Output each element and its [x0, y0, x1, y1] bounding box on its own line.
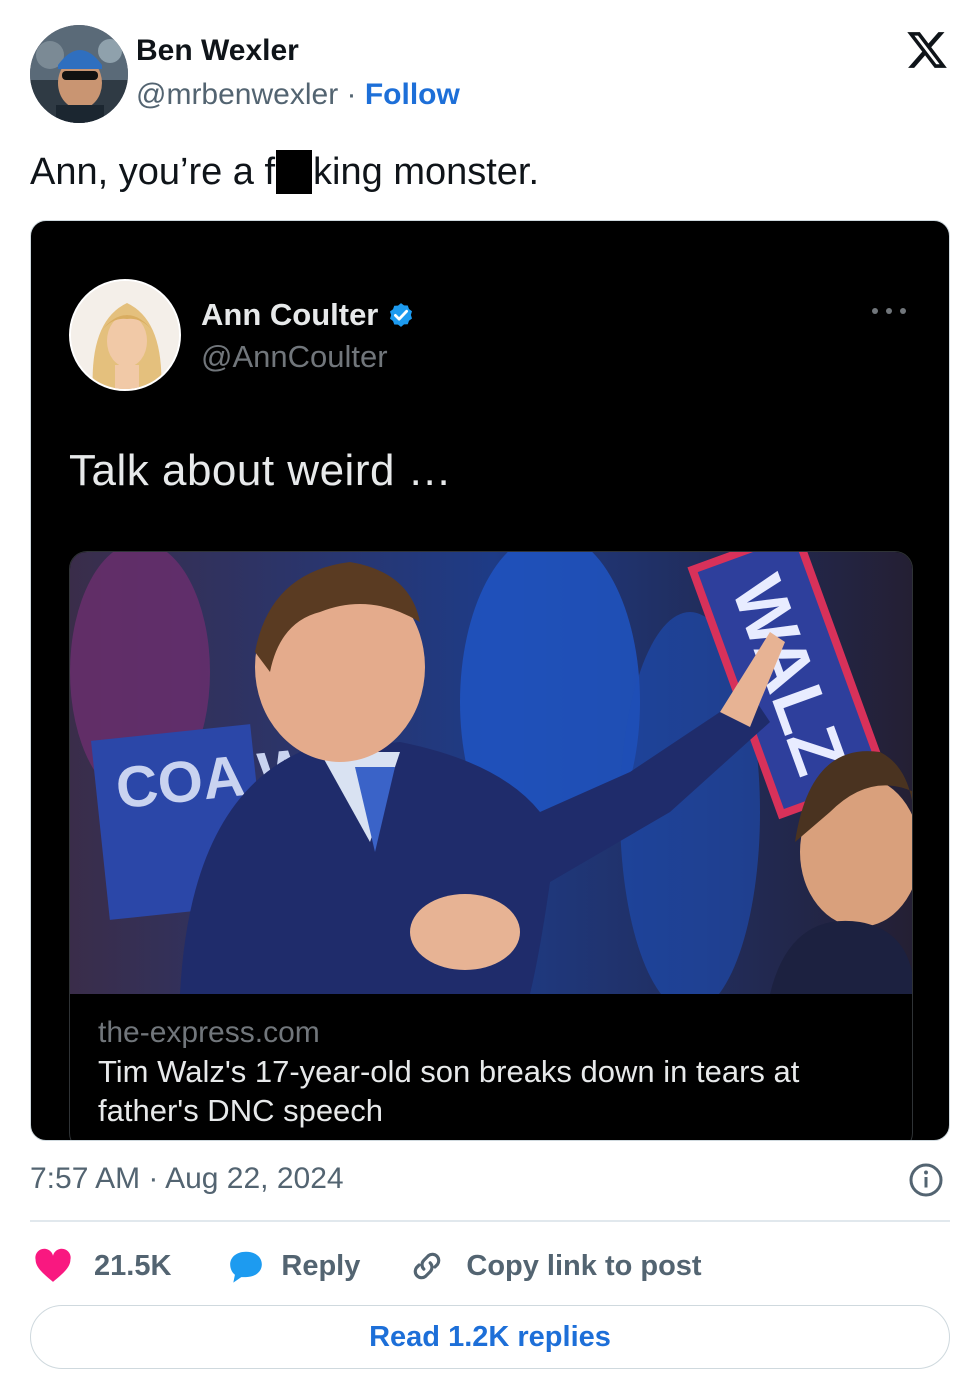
tweet-text-part-1: Ann, you’re a f	[30, 151, 276, 193]
reply-label: Reply	[281, 1249, 361, 1282]
read-replies-button[interactable]: Read 1.2K replies	[30, 1305, 950, 1369]
speech-bubble-icon	[230, 1251, 263, 1283]
reply-button[interactable]: Reply	[227, 1248, 360, 1284]
like-count: 21.5K	[94, 1249, 172, 1282]
tweet-text: Ann, you’re a f king monster.	[30, 150, 539, 194]
copy-link-button[interactable]: Copy link to post	[408, 1247, 702, 1285]
embedded-author-name: Ann Coulter	[201, 297, 416, 333]
link-card[interactable]: COA W WALZ the-express.com Tim Walz's 17…	[69, 551, 913, 1140]
author-handle[interactable]: @mrbenwexler	[136, 78, 338, 111]
action-bar: 21.5K Reply Copy link to post	[34, 1244, 702, 1288]
embedded-post-screenshot[interactable]: Ann Coulter @AnnCoulter Talk about weird…	[30, 220, 950, 1141]
card-photo: COA W WALZ	[70, 552, 912, 994]
embedded-author-avatar	[69, 279, 181, 391]
info-icon[interactable]	[908, 1162, 944, 1198]
card-domain: the-express.com	[98, 1016, 320, 1049]
like-button[interactable]: 21.5K	[34, 1248, 171, 1284]
copy-link-label: Copy link to post	[466, 1249, 702, 1282]
author-handle-line: @mrbenwexler · Follow	[136, 78, 460, 112]
author-name[interactable]: Ben Wexler	[136, 34, 299, 68]
verified-badge-icon	[390, 303, 413, 327]
x-logo-icon[interactable]	[904, 28, 950, 72]
embedded-author-handle: @AnnCoulter	[201, 339, 388, 374]
link-icon	[414, 1252, 441, 1280]
embedded-author-name-text: Ann Coulter	[201, 297, 379, 332]
follow-button[interactable]: Follow	[365, 78, 460, 111]
heart-icon	[35, 1248, 71, 1282]
redaction-block	[276, 150, 313, 194]
author-avatar[interactable]	[30, 25, 128, 123]
card-title: Tim Walz's 17-year-old son breaks down i…	[98, 1054, 800, 1128]
embedded-post-text: Talk about weird …	[69, 446, 453, 495]
separator: ·	[338, 78, 365, 111]
post-timestamp[interactable]: 7:57 AM · Aug 22, 2024	[30, 1162, 344, 1196]
divider	[30, 1220, 950, 1222]
tweet-text-part-2: king monster.	[313, 151, 540, 193]
more-dots-icon	[872, 308, 906, 314]
